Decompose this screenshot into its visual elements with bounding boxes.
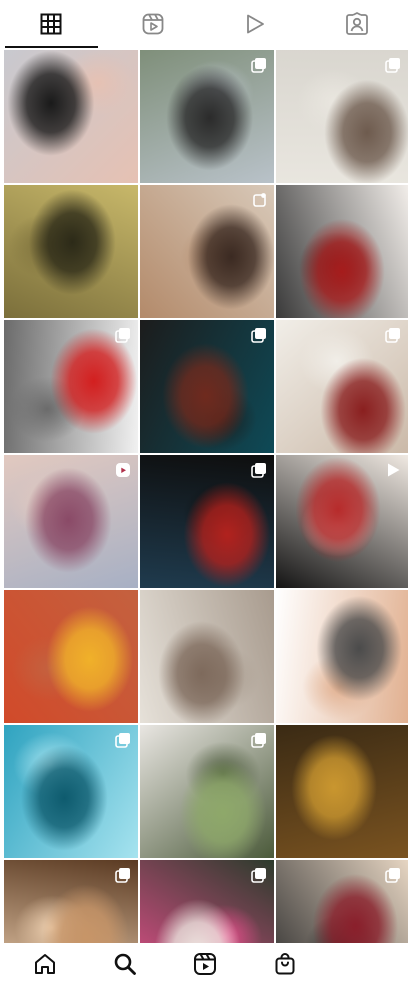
- bottom-navigation: [0, 943, 408, 989]
- home-icon: [33, 952, 57, 981]
- post-thumbnail[interactable]: [140, 185, 274, 318]
- tab-posts-grid[interactable]: [0, 0, 102, 48]
- grid-icon: [40, 13, 62, 35]
- carousel-icon: [115, 867, 131, 883]
- carousel-icon: [385, 867, 401, 883]
- post-thumbnail[interactable]: [4, 185, 138, 318]
- post-thumbnail[interactable]: [276, 50, 408, 183]
- profile-tabs: [0, 0, 408, 48]
- post-thumbnail[interactable]: [140, 50, 274, 183]
- carousel-icon: [115, 732, 131, 748]
- nav-shop[interactable]: [245, 943, 325, 989]
- post-thumbnail[interactable]: [140, 590, 274, 723]
- profile-screen: [0, 0, 408, 989]
- shop-bag-icon: [273, 952, 297, 981]
- carousel-icon: [251, 732, 267, 748]
- post-thumbnail[interactable]: [276, 725, 408, 858]
- nav-search[interactable]: [85, 943, 165, 989]
- post-thumbnail[interactable]: [4, 725, 138, 858]
- carousel-icon: [251, 327, 267, 343]
- post-thumbnail[interactable]: [4, 455, 138, 588]
- carousel-icon: [251, 57, 267, 73]
- post-thumbnail[interactable]: [276, 455, 408, 588]
- reels-icon: [193, 952, 217, 981]
- post-thumbnail[interactable]: [140, 455, 274, 588]
- carousel-icon: [115, 327, 131, 343]
- carousel-icon: [385, 57, 401, 73]
- post-thumbnail[interactable]: [276, 185, 408, 318]
- tab-selected-indicator: [5, 46, 98, 48]
- post-thumbnail[interactable]: [4, 50, 138, 183]
- carousel-icon: [251, 867, 267, 883]
- nav-reels[interactable]: [165, 943, 245, 989]
- search-icon: [113, 952, 137, 981]
- reels-icon: [142, 13, 164, 35]
- clip-icon: [251, 192, 267, 208]
- carousel-icon: [385, 327, 401, 343]
- post-thumbnail[interactable]: [140, 725, 274, 858]
- post-thumbnail[interactable]: [276, 320, 408, 453]
- nav-home[interactable]: [5, 943, 85, 989]
- play-icon: [244, 13, 266, 35]
- post-thumbnail[interactable]: [4, 320, 138, 453]
- post-thumbnail[interactable]: [140, 320, 274, 453]
- post-thumbnail[interactable]: [276, 590, 408, 723]
- posts-grid: [4, 50, 408, 989]
- tab-videos[interactable]: [204, 0, 306, 48]
- tab-tagged[interactable]: [306, 0, 408, 48]
- reel-icon: [115, 462, 131, 478]
- post-thumbnail[interactable]: [4, 590, 138, 723]
- tab-reels[interactable]: [102, 0, 204, 48]
- tagged-person-icon: [345, 12, 369, 36]
- video-icon: [385, 462, 401, 478]
- carousel-icon: [251, 462, 267, 478]
